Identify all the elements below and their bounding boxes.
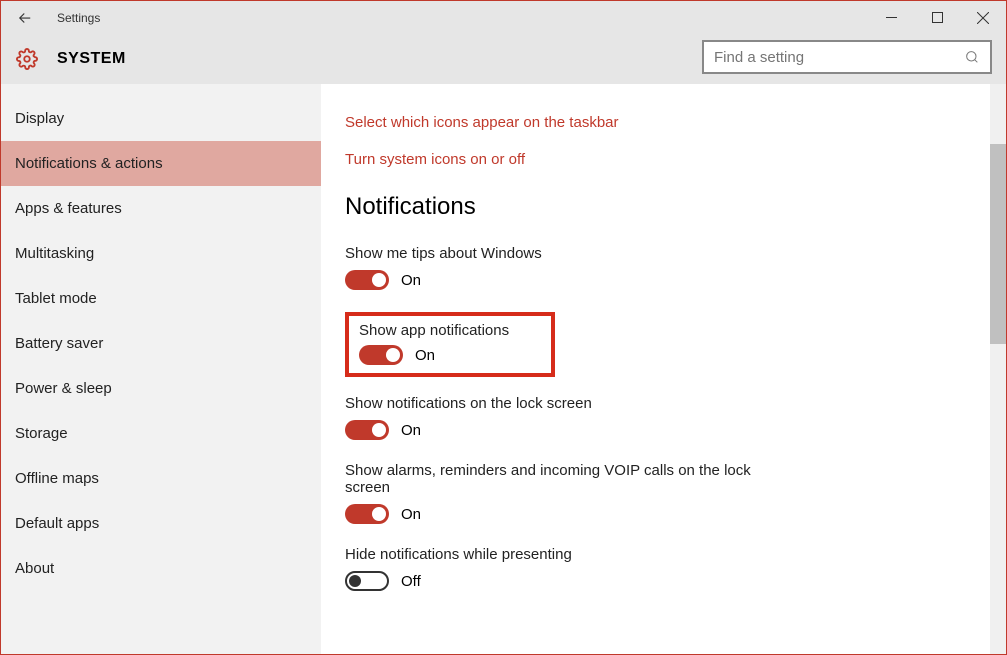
- sidebar-item-default-apps[interactable]: Default apps: [1, 501, 321, 546]
- settings-icon: [15, 47, 39, 71]
- sidebar-item-notifications[interactable]: Notifications & actions: [1, 141, 321, 186]
- sidebar-item-tablet-mode[interactable]: Tablet mode: [1, 276, 321, 321]
- scrollbar-track[interactable]: [990, 84, 1006, 654]
- title-bar: Settings: [1, 1, 1006, 34]
- toggle-lock-screen-state: On: [401, 422, 421, 439]
- setting-app-notifications-label: Show app notifications: [359, 322, 541, 339]
- search-input[interactable]: [714, 49, 964, 66]
- toggle-tips[interactable]: [345, 270, 389, 290]
- content-area: Display Notifications & actions Apps & f…: [1, 84, 1006, 654]
- setting-tips-label: Show me tips about Windows: [345, 245, 785, 262]
- setting-app-notifications-highlight: Show app notifications On: [345, 312, 555, 377]
- toggle-presenting-state: Off: [401, 573, 421, 590]
- toggle-app-notifications[interactable]: [359, 345, 403, 365]
- sidebar-item-storage[interactable]: Storage: [1, 411, 321, 456]
- setting-presenting-label: Hide notifications while presenting: [345, 546, 785, 563]
- search-icon: [964, 49, 980, 65]
- setting-tips: Show me tips about Windows On: [345, 245, 982, 290]
- toggle-presenting[interactable]: [345, 571, 389, 591]
- setting-voip-label: Show alarms, reminders and incoming VOIP…: [345, 462, 785, 496]
- sidebar-item-power-sleep[interactable]: Power & sleep: [1, 366, 321, 411]
- close-button[interactable]: [960, 1, 1006, 34]
- sidebar-item-battery-saver[interactable]: Battery saver: [1, 321, 321, 366]
- toggle-lock-screen[interactable]: [345, 420, 389, 440]
- section-title-notifications: Notifications: [345, 193, 982, 221]
- maximize-button[interactable]: [914, 1, 960, 34]
- link-system-icons[interactable]: Turn system icons on or off: [345, 151, 982, 168]
- setting-voip: Show alarms, reminders and incoming VOIP…: [345, 462, 982, 524]
- arrow-left-icon: [16, 9, 34, 27]
- search-container: [702, 40, 992, 74]
- minimize-button[interactable]: [868, 1, 914, 34]
- sidebar-item-offline-maps[interactable]: Offline maps: [1, 456, 321, 501]
- toggle-tips-state: On: [401, 272, 421, 289]
- toggle-app-notifications-state: On: [415, 347, 435, 364]
- main-panel: Select which icons appear on the taskbar…: [321, 84, 1006, 654]
- sidebar-item-apps-features[interactable]: Apps & features: [1, 186, 321, 231]
- header-bar: SYSTEM: [1, 34, 1006, 84]
- scrollbar-thumb[interactable]: [990, 144, 1006, 344]
- sidebar-item-display[interactable]: Display: [1, 96, 321, 141]
- close-icon: [977, 12, 989, 24]
- window-controls: [868, 1, 1006, 34]
- minimize-icon: [886, 12, 897, 23]
- setting-presenting: Hide notifications while presenting Off: [345, 546, 982, 591]
- toggle-voip-state: On: [401, 506, 421, 523]
- search-box[interactable]: [702, 40, 992, 74]
- toggle-voip[interactable]: [345, 504, 389, 524]
- sidebar-item-multitasking[interactable]: Multitasking: [1, 231, 321, 276]
- sidebar: Display Notifications & actions Apps & f…: [1, 84, 321, 654]
- back-button[interactable]: [1, 1, 49, 34]
- link-taskbar-icons[interactable]: Select which icons appear on the taskbar: [345, 114, 982, 131]
- setting-lock-screen-label: Show notifications on the lock screen: [345, 395, 785, 412]
- page-category-title: SYSTEM: [57, 50, 126, 68]
- sidebar-item-about[interactable]: About: [1, 546, 321, 591]
- maximize-icon: [932, 12, 943, 23]
- setting-lock-screen: Show notifications on the lock screen On: [345, 395, 982, 440]
- window-title: Settings: [57, 11, 100, 25]
